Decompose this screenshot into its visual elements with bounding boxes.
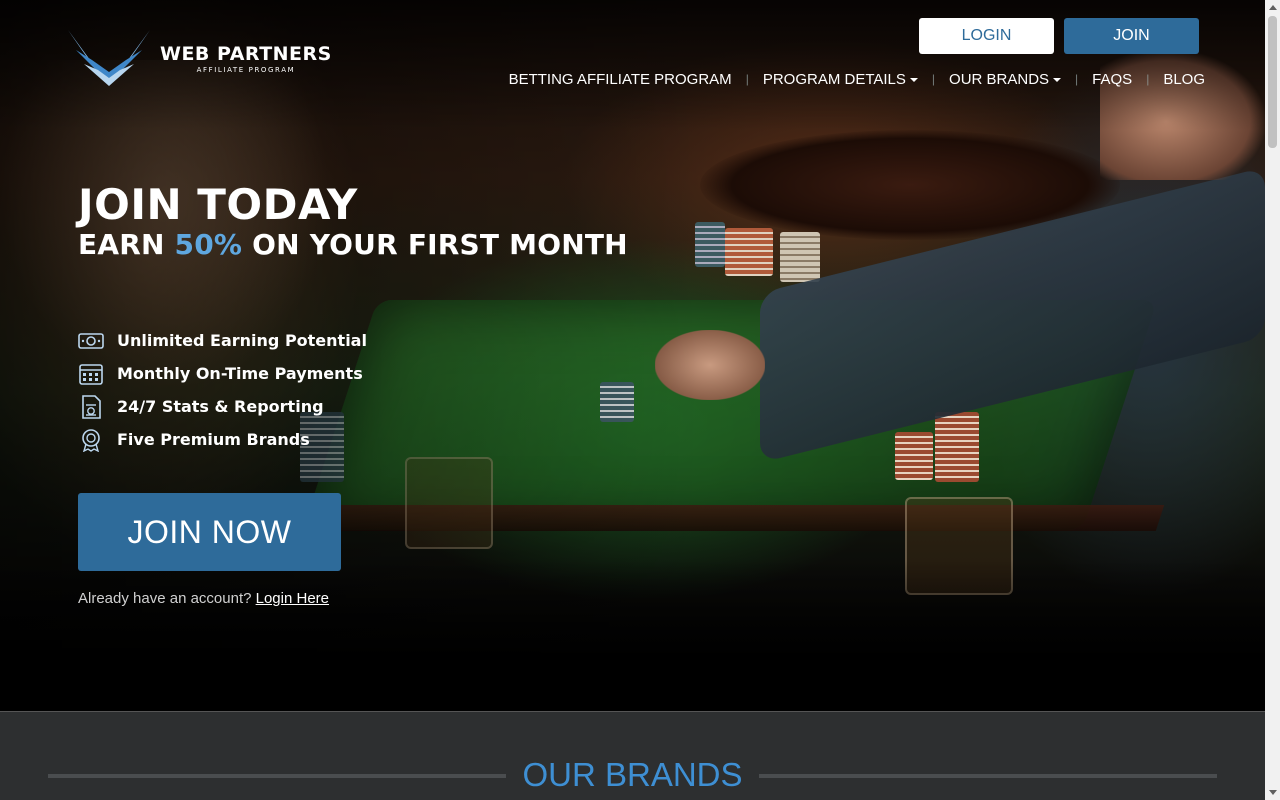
feature-item: 24/7 Stats & Reporting [78, 390, 367, 423]
chip-stack [895, 432, 933, 480]
brands-section: OUR BRANDS [0, 711, 1265, 800]
hero-headline: JOIN TODAY EARN 50% ON YOUR FIRST MONTH [78, 183, 628, 263]
nav-item-label: BETTING AFFILIATE PROGRAM [508, 70, 732, 88]
nav-item-label: BLOG [1163, 70, 1205, 88]
join-now-button[interactable]: JOIN NOW [78, 493, 341, 571]
hero-overlay-bottom [0, 560, 1265, 711]
award-icon [82, 428, 100, 452]
login-button[interactable]: LOGIN [919, 18, 1054, 54]
feature-item: Monthly On-Time Payments [78, 357, 367, 390]
login-prompt-text: Already have an account? [78, 590, 256, 607]
calendar-icon [79, 363, 103, 385]
subtitle-prefix: EARN [78, 228, 175, 261]
logo-subtitle: AFFILIATE PROGRAM [196, 65, 296, 74]
feature-label: 24/7 Stats & Reporting [117, 397, 324, 416]
join-button[interactable]: JOIN [1064, 18, 1199, 54]
feature-label: Monthly On-Time Payments [117, 364, 363, 383]
main-nav: BETTING AFFILIATE PROGRAM | PROGRAM DETA… [509, 68, 1205, 90]
cash-icon [78, 332, 104, 349]
report-icon [82, 394, 101, 419]
nav-separator: | [1075, 72, 1079, 86]
scroll-thumb[interactable] [1268, 16, 1277, 148]
section-title: OUR BRANDS [522, 756, 743, 793]
logo-title: WEB PARTNERS [160, 42, 332, 65]
chip-stack [935, 412, 979, 482]
caret-down-icon [1053, 78, 1062, 82]
nav-item-label: PROGRAM DETAILS [762, 70, 906, 88]
feature-list: Unlimited Earning Potential Monthly On-T… [78, 324, 367, 456]
nav-item-our-brands[interactable]: OUR BRANDS [949, 70, 1062, 88]
nav-separator: | [745, 72, 749, 86]
feature-item: Five Premium Brands [78, 423, 367, 456]
nav-separator: | [1146, 72, 1150, 86]
feature-label: Five Premium Brands [117, 430, 310, 449]
nav-separator: | [931, 72, 936, 86]
login-prompt: Already have an account? Login Here [78, 590, 329, 607]
nav-item-blog[interactable]: BLOG [1163, 71, 1205, 88]
caret-down-icon [909, 78, 918, 82]
feature-label: Unlimited Earning Potential [117, 331, 367, 350]
login-here-link[interactable]: Login Here [256, 590, 329, 607]
nav-item-label: FAQS [1092, 70, 1133, 88]
chip-stack [780, 232, 820, 282]
headline-subtitle: EARN 50% ON YOUR FIRST MONTH [78, 227, 628, 263]
scroll-down-arrow-icon[interactable] [1269, 790, 1277, 795]
scrollbar[interactable] [1265, 0, 1280, 800]
nav-item-betting-affiliate-program[interactable]: BETTING AFFILIATE PROGRAM [509, 71, 732, 88]
nav-item-faqs[interactable]: FAQS [1092, 71, 1132, 88]
subtitle-accent: 50% [174, 228, 243, 261]
subtitle-suffix: ON YOUR FIRST MONTH [242, 228, 628, 261]
nav-item-program-details[interactable]: PROGRAM DETAILS [763, 71, 918, 88]
feature-item: Unlimited Earning Potential [78, 324, 367, 357]
wings-icon [68, 30, 150, 86]
nav-item-label: OUR BRANDS [949, 70, 1050, 88]
headline-title: JOIN TODAY [78, 180, 358, 229]
logo[interactable]: WEB PARTNERS AFFILIATE PROGRAM [66, 28, 332, 88]
chip-stack [725, 228, 773, 276]
scroll-up-arrow-icon[interactable] [1269, 5, 1277, 10]
